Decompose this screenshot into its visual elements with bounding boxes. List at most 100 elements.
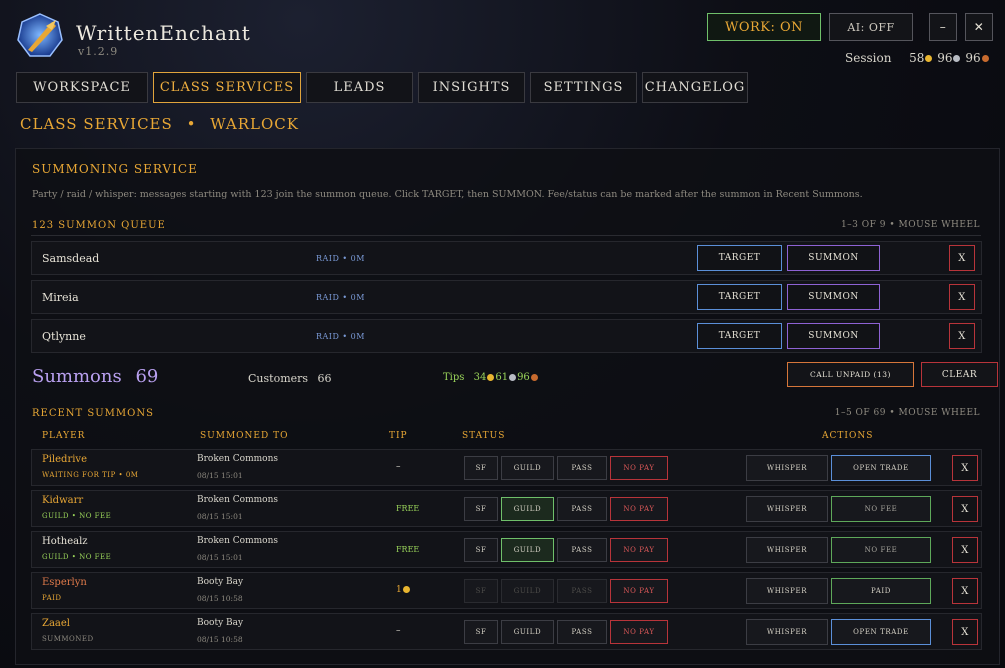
- status-pass-button[interactable]: PASS: [557, 538, 607, 562]
- status-nopay-button[interactable]: NO PAY: [610, 620, 668, 644]
- status-sf-button[interactable]: SF: [464, 579, 498, 603]
- status-pass-button[interactable]: PASS: [557, 579, 607, 603]
- service-title: SUMMONING SERVICE: [32, 162, 198, 176]
- queue-row: Qtlynne RAID • 0M TARGET SUMMON X: [31, 319, 982, 353]
- summon-time: 08/15 15:01: [197, 512, 243, 521]
- tab-changelog[interactable]: CHANGELOG: [642, 72, 748, 103]
- remove-button[interactable]: X: [952, 496, 978, 522]
- session-copper: 96: [965, 51, 981, 65]
- header-tip: TIP: [389, 431, 408, 441]
- summon-button[interactable]: SUMMON: [787, 323, 880, 349]
- remove-button[interactable]: X: [949, 323, 975, 349]
- queue-pagination: 1–3 OF 9 • MOUSE WHEEL: [840, 220, 980, 230]
- session-silver: 96: [937, 51, 953, 65]
- customers-count: Customers 66: [248, 372, 332, 385]
- status-sf-button[interactable]: SF: [464, 497, 498, 521]
- status-pass-button[interactable]: PASS: [557, 620, 607, 644]
- remove-button[interactable]: X: [952, 537, 978, 563]
- player-sub: GUILD • NO FEE: [42, 553, 112, 561]
- target-button[interactable]: TARGET: [697, 323, 782, 349]
- open-trade-button[interactable]: OPEN TRADE: [831, 455, 931, 481]
- tab-settings[interactable]: SETTINGS: [530, 72, 637, 103]
- status-sf-button[interactable]: SF: [464, 538, 498, 562]
- breadcrumb-section[interactable]: CLASS SERVICES: [20, 115, 173, 133]
- paid-button[interactable]: PAID: [831, 578, 931, 604]
- no-fee-button[interactable]: NO FEE: [831, 496, 931, 522]
- summons-value: 69: [135, 366, 159, 387]
- summon-time: 08/15 15:01: [197, 553, 243, 562]
- status-sf-button[interactable]: SF: [464, 620, 498, 644]
- player-name: Zaael: [42, 618, 70, 629]
- player-name: Hothealz: [42, 536, 88, 547]
- summon-button[interactable]: SUMMON: [787, 245, 880, 271]
- tab-class-services[interactable]: CLASS SERVICES: [153, 72, 301, 103]
- remove-button[interactable]: X: [952, 455, 978, 481]
- tips-gold: 34: [473, 372, 487, 383]
- recent-pagination: 1–5 OF 69 • MOUSE WHEEL: [834, 408, 980, 418]
- tip-value: FREE: [396, 504, 420, 513]
- remove-button[interactable]: X: [949, 245, 975, 271]
- player-name: Piledrive: [42, 454, 87, 465]
- status-guild-button[interactable]: GUILD: [501, 579, 554, 603]
- tips-silver: 61: [495, 372, 509, 383]
- queue-player-name: Mireia: [42, 291, 79, 304]
- status-guild-button[interactable]: GUILD: [501, 456, 554, 480]
- gold-coin-icon: [925, 55, 933, 62]
- target-button[interactable]: TARGET: [697, 245, 782, 271]
- status-pass-button[interactable]: PASS: [557, 497, 607, 521]
- whisper-button[interactable]: WHISPER: [746, 578, 828, 604]
- header-summoned-to: SUMMONED TO: [200, 431, 289, 441]
- queue-player-meta: RAID • 0M: [316, 293, 365, 302]
- close-button[interactable]: ✕: [965, 13, 993, 41]
- whisper-button[interactable]: WHISPER: [746, 455, 828, 481]
- whisper-button[interactable]: WHISPER: [746, 619, 828, 645]
- summon-button[interactable]: SUMMON: [787, 284, 880, 310]
- whisper-button[interactable]: WHISPER: [746, 537, 828, 563]
- status-guild-button[interactable]: GUILD: [501, 497, 554, 521]
- tips-copper: 96: [517, 372, 530, 383]
- status-sf-button[interactable]: SF: [464, 456, 498, 480]
- whisper-button[interactable]: WHISPER: [746, 496, 828, 522]
- status-pass-button[interactable]: PASS: [557, 456, 607, 480]
- summon-location: Booty Bay: [197, 618, 244, 628]
- status-guild-button[interactable]: GUILD: [501, 620, 554, 644]
- status-nopay-button[interactable]: NO PAY: [610, 456, 668, 480]
- customers-label: Customers: [248, 372, 309, 385]
- open-trade-button[interactable]: OPEN TRADE: [831, 619, 931, 645]
- tab-insights[interactable]: INSIGHTS: [418, 72, 525, 103]
- remove-button[interactable]: X: [952, 619, 978, 645]
- summons-count: Summons 69: [32, 366, 158, 387]
- recent-row: Hothealz GUILD • NO FEE Broken Commons 0…: [31, 531, 982, 568]
- minimize-button[interactable]: –: [929, 13, 957, 41]
- remove-button[interactable]: X: [949, 284, 975, 310]
- app-version: v1.2.9: [78, 45, 119, 58]
- call-unpaid-button[interactable]: CALL UNPAID (13): [787, 362, 914, 387]
- tip-value: 1: [396, 585, 411, 595]
- tab-leads[interactable]: LEADS: [306, 72, 413, 103]
- breadcrumb: CLASS SERVICES • WARLOCK: [20, 115, 299, 133]
- copper-coin-icon: [981, 55, 989, 62]
- recent-row: Esperlyn PAID Booty Bay 08/15 10:58 1 SF…: [31, 572, 982, 609]
- target-button[interactable]: TARGET: [697, 284, 782, 310]
- summon-location: Broken Commons: [197, 536, 278, 546]
- summon-time: 08/15 10:58: [197, 594, 243, 603]
- queue-player-meta: RAID • 0M: [316, 332, 365, 341]
- summons-label: Summons: [32, 366, 122, 387]
- status-nopay-button[interactable]: NO PAY: [610, 497, 668, 521]
- work-toggle-button[interactable]: WORK: ON: [707, 13, 821, 41]
- status-guild-button[interactable]: GUILD: [501, 538, 554, 562]
- summon-location: Broken Commons: [197, 454, 278, 464]
- tip-value: –: [396, 462, 401, 472]
- header-status: STATUS: [462, 431, 506, 441]
- ai-toggle-button[interactable]: AI: OFF: [829, 13, 913, 41]
- player-sub: WAITING FOR TIP • 0M: [42, 471, 139, 479]
- no-fee-button[interactable]: NO FEE: [831, 537, 931, 563]
- clear-button[interactable]: CLEAR: [921, 362, 998, 387]
- remove-button[interactable]: X: [952, 578, 978, 604]
- copper-coin-icon: [530, 374, 538, 381]
- status-nopay-button[interactable]: NO PAY: [610, 579, 668, 603]
- tab-workspace[interactable]: WORKSPACE: [16, 72, 148, 103]
- summon-location: Broken Commons: [197, 495, 278, 505]
- status-nopay-button[interactable]: NO PAY: [610, 538, 668, 562]
- recent-row: Zaael SUMMONED Booty Bay 08/15 10:58 – S…: [31, 613, 982, 650]
